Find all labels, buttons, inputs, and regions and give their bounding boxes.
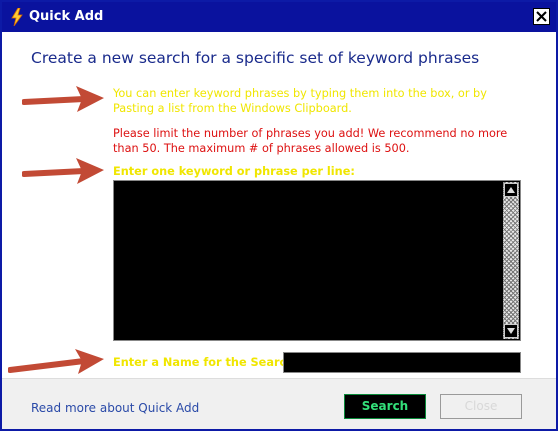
keywords-label: Enter one keyword or phrase per line: xyxy=(113,165,355,178)
warning-text: Please limit the number of phrases you a… xyxy=(113,127,508,155)
close-icon xyxy=(536,11,547,22)
close-window-button[interactable] xyxy=(533,8,550,25)
scroll-down-arrow-icon xyxy=(507,328,515,334)
keywords-textarea[interactable] xyxy=(113,180,521,341)
search-name-input[interactable] xyxy=(283,352,521,373)
title-bar[interactable]: Quick Add xyxy=(2,2,556,32)
red-arrow-icon xyxy=(22,86,104,112)
red-arrow-icon xyxy=(22,158,104,184)
scroll-up-arrow-icon xyxy=(507,187,515,193)
search-button[interactable]: Search xyxy=(344,394,426,419)
scroll-down-button[interactable] xyxy=(504,324,518,338)
lightning-bolt-icon xyxy=(11,8,23,26)
close-button[interactable]: Close xyxy=(440,394,522,419)
page-heading: Create a new search for a specific set o… xyxy=(31,49,480,67)
red-arrow-icon xyxy=(8,349,104,374)
scroll-up-button[interactable] xyxy=(504,183,518,197)
keywords-scrollbar[interactable] xyxy=(503,182,519,339)
info-text: You can enter keyword phrases by typing … xyxy=(113,87,487,115)
window-title: Quick Add xyxy=(29,9,104,24)
dialog-footer: Read more about Quick Add Search Close xyxy=(2,379,556,429)
read-more-link[interactable]: Read more about Quick Add xyxy=(31,401,199,415)
search-name-label: Enter a Name for the Search: xyxy=(113,356,299,369)
